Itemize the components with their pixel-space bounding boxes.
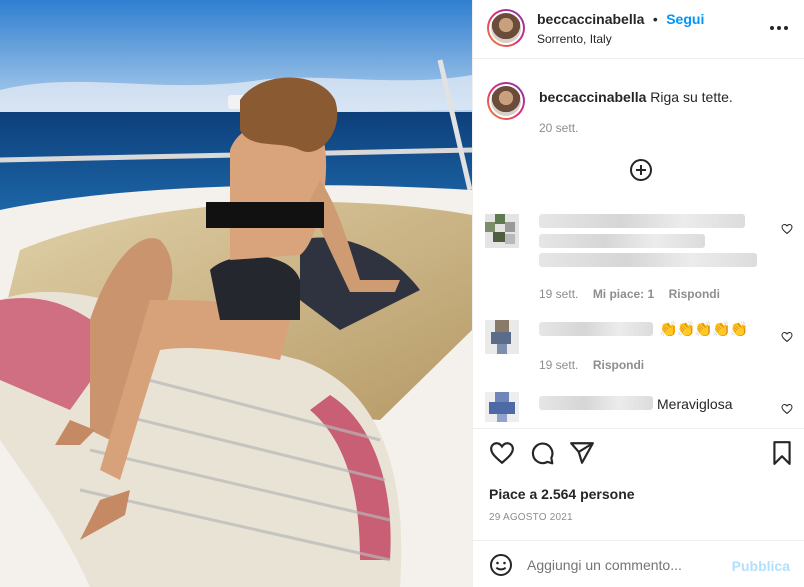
commenter-avatar[interactable]: [485, 392, 519, 422]
follow-button[interactable]: Segui: [666, 11, 704, 27]
obscured-comment-author: [539, 396, 653, 410]
like-heart-icon[interactable]: [489, 440, 515, 466]
bookmark-icon[interactable]: [769, 440, 795, 466]
separator-dot: •: [652, 11, 658, 27]
composer-divider: [473, 540, 804, 541]
caption-username[interactable]: beccaccinabella: [539, 89, 646, 105]
share-icon[interactable]: [569, 440, 595, 466]
comment-icon[interactable]: [529, 440, 555, 466]
caption-text: Riga su tette.: [650, 89, 733, 105]
more-horizontal-icon[interactable]: [768, 18, 790, 38]
caption-avatar[interactable]: [487, 82, 525, 120]
post-date: 29 AGOSTO 2021: [489, 512, 573, 523]
author-username[interactable]: beccaccinabella: [537, 11, 644, 27]
obscured-comment-author: [539, 322, 653, 336]
comment-emojis: 👏👏👏👏👏: [659, 321, 748, 338]
commenter-avatar[interactable]: [485, 214, 519, 248]
comment-time: 19 sett.: [539, 358, 579, 372]
caption: beccaccinabella Riga su tette.: [539, 89, 733, 105]
reply-button[interactable]: Rispondi: [593, 358, 644, 372]
commenter-avatar[interactable]: [485, 320, 519, 354]
comment-text: Meraviglosa: [657, 396, 733, 412]
comment-input[interactable]: [527, 552, 727, 578]
post-side-panel: beccaccinabella • Segui Sorrento, Italy …: [472, 0, 804, 587]
post-photo[interactable]: [0, 0, 472, 587]
post-header: beccaccinabella • Segui Sorrento, Italy: [473, 0, 804, 59]
obscured-comment-text: [539, 234, 705, 248]
comment-like-heart-icon[interactable]: [781, 403, 793, 415]
likes-count[interactable]: Piace a 2.564 persone: [489, 486, 635, 502]
author-avatar[interactable]: [487, 9, 525, 47]
comment-meta: 19 sett. Rispondi: [539, 356, 644, 374]
comment-meta: 19 sett. Mi piace: 1 Rispondi: [539, 285, 720, 303]
publish-button[interactable]: Pubblica: [732, 558, 790, 574]
load-more-comments-icon[interactable]: [629, 158, 653, 182]
comment-likes[interactable]: Mi piace: 1: [593, 287, 654, 301]
obscured-comment-text: [539, 253, 757, 267]
comment-time: 19 sett.: [539, 287, 579, 301]
comment-like-heart-icon[interactable]: [781, 223, 793, 235]
reply-button[interactable]: Rispondi: [669, 287, 720, 301]
post-location[interactable]: Sorrento, Italy: [537, 32, 612, 46]
boat-scene-image: [0, 0, 472, 587]
caption-time: 20 sett.: [539, 121, 579, 135]
actions-divider: [473, 428, 804, 429]
obscured-comment-text: [539, 214, 745, 228]
emoji-icon[interactable]: [489, 553, 513, 577]
comment-like-heart-icon[interactable]: [781, 331, 793, 343]
